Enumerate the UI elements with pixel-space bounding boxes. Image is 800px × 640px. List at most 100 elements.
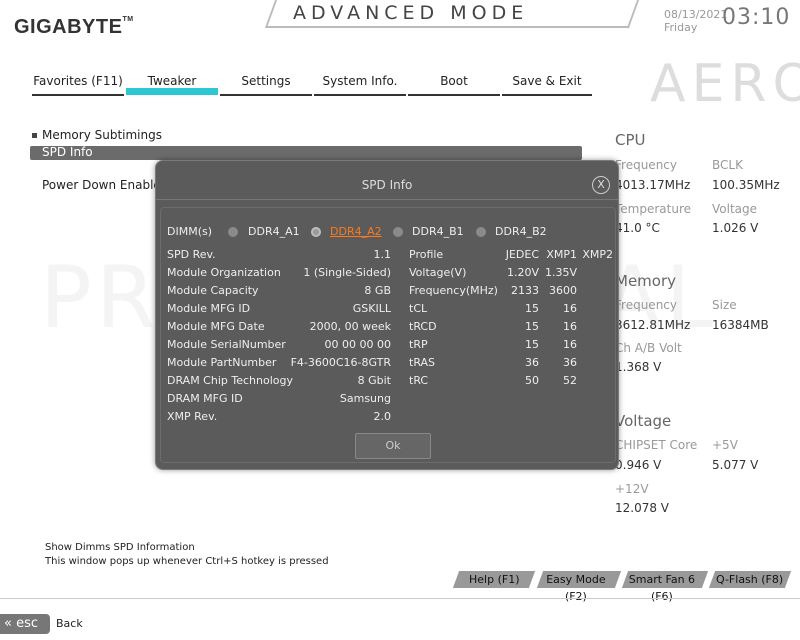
memory-title: Memory xyxy=(615,272,677,290)
easy-mode-button[interactable]: Easy Mode (F2) xyxy=(536,571,622,603)
timing-jedec: 15 xyxy=(525,320,539,333)
voltage-title: Voltage xyxy=(615,412,672,430)
timing-row-label: Frequency(MHz) xyxy=(409,284,498,297)
timing-row-label: tRP xyxy=(409,338,428,351)
help-info-line2: This window pops up whenever Ctrl+S hotk… xyxy=(45,556,329,567)
memory-size-value: 16384MB xyxy=(712,318,769,332)
timing-xmp1: 36 xyxy=(563,356,577,369)
memory-frequency-label: Frequency xyxy=(615,298,677,312)
cpu-frequency-value: 4013.17MHz xyxy=(615,178,691,192)
spd-row-value: 8 Gbit xyxy=(357,374,391,387)
spd-row-label: Module MFG Date xyxy=(167,320,265,333)
tab-settings[interactable]: Settings xyxy=(220,72,312,96)
slot-label-a1[interactable]: DDR4_A1 xyxy=(248,225,300,238)
q-flash-button-label: Q-Flash (F8) xyxy=(716,573,784,586)
spd-row-value: 2000, 00 week xyxy=(309,320,391,333)
dialog-title: SPD Info xyxy=(156,169,618,200)
slot-label-a2[interactable]: DDR4_A2 xyxy=(330,225,382,238)
spd-row-label: DRAM Chip Technology xyxy=(167,374,293,387)
help-info-line1: Show Dimms SPD Information xyxy=(45,542,195,553)
timing-xmp1: 52 xyxy=(563,374,577,387)
spd-row-label: Module MFG ID xyxy=(167,302,251,315)
timing-xmp1: 1.35V xyxy=(544,266,577,279)
tab-favorites[interactable]: Favorites (F11) xyxy=(32,72,124,96)
close-icon[interactable]: X xyxy=(592,176,610,194)
footer-divider xyxy=(0,598,800,599)
clock-time: 03:10 xyxy=(722,5,791,30)
timing-jedec: 15 xyxy=(525,338,539,351)
help-button[interactable]: Help (F1) xyxy=(452,571,536,588)
tab-system-info[interactable]: System Info. xyxy=(314,72,406,96)
date-text: 08/13/2021 xyxy=(664,8,728,21)
q-flash-button[interactable]: Q-Flash (F8) xyxy=(708,571,792,588)
help-button-label: Help (F1) xyxy=(468,573,520,586)
profile-header: Profile xyxy=(409,248,444,261)
slot-label-b1[interactable]: DDR4_B1 xyxy=(412,225,464,238)
menu-spd-info[interactable]: SPD Info xyxy=(30,145,582,160)
spd-row-value: GSKILL xyxy=(352,302,391,315)
cpu-bclk-value: 100.35MHz xyxy=(712,178,780,192)
brand-text: GIGABYTE xyxy=(14,16,123,38)
plus12v-label: +12V xyxy=(615,482,649,496)
smart-fan-button[interactable]: Smart Fan 6 (F6) xyxy=(621,571,709,603)
timing-xmp1: 16 xyxy=(563,338,577,351)
cpu-temperature-value: 41.0 °C xyxy=(615,221,660,235)
cpu-temperature-label: Temperature xyxy=(615,202,692,216)
spd-row-value: 2.0 xyxy=(373,410,392,423)
chipset-core-value: 0.946 V xyxy=(615,458,662,472)
tab-save-exit[interactable]: Save & Exit xyxy=(502,72,592,96)
radio-dimm-b1[interactable] xyxy=(393,227,403,237)
back-label[interactable]: Back xyxy=(56,617,83,630)
radio-dimm-a2[interactable] xyxy=(311,227,321,237)
spd-row-value: 1.1 xyxy=(373,248,392,261)
radio-dimm-b2[interactable] xyxy=(476,227,486,237)
bullet-icon xyxy=(32,133,37,138)
plus5v-value: 5.077 V xyxy=(712,458,759,472)
smart-fan-button-label: Smart Fan 6 (F6) xyxy=(628,573,696,603)
aero-logo: AERO xyxy=(650,54,800,114)
spd-row-value: 00 00 00 00 xyxy=(324,338,391,351)
cpu-voltage-label: Voltage xyxy=(712,202,758,216)
spd-row-label: Module Capacity xyxy=(167,284,259,297)
spd-row-value: 1 (Single-Sided) xyxy=(303,266,391,279)
tab-tweaker[interactable]: Tweaker xyxy=(126,72,218,94)
brand-tm: TM xyxy=(122,16,134,23)
timing-row-label: tRC xyxy=(409,374,429,387)
slot-label-b2[interactable]: DDR4_B2 xyxy=(495,225,547,238)
timing-jedec: 15 xyxy=(525,302,539,315)
radio-dimm-a1[interactable] xyxy=(228,227,238,237)
timing-row-label: tRCD xyxy=(409,320,437,333)
timing-jedec: 2133 xyxy=(511,284,539,297)
dimm-label: DIMM(s) xyxy=(167,225,213,238)
esc-button[interactable]: « esc xyxy=(0,614,50,634)
easy-mode-button-label: Easy Mode (F2) xyxy=(546,573,606,603)
spd-row-label: DRAM MFG ID xyxy=(167,392,243,405)
jedec-header: JEDEC xyxy=(505,248,539,261)
double-chevron-left-icon: « xyxy=(4,616,12,631)
tab-boot[interactable]: Boot xyxy=(408,72,500,96)
cpu-voltage-value: 1.026 V xyxy=(712,221,759,235)
spd-row-value: Samsung xyxy=(339,392,391,405)
xmp1-header: XMP1 xyxy=(546,248,577,261)
plus12v-value: 12.078 V xyxy=(615,501,670,515)
memory-frequency-value: 3612.81MHz xyxy=(615,318,691,332)
brand-logo: GIGABYTETM xyxy=(14,16,134,39)
timing-jedec: 50 xyxy=(525,374,539,387)
timing-xmp1: 3600 xyxy=(549,284,577,297)
timing-jedec: 36 xyxy=(525,356,539,369)
main-tabs: Favorites (F11) Tweaker Settings System … xyxy=(32,72,592,96)
cpu-bclk-label: BCLK xyxy=(712,158,743,172)
spd-info-dialog: SPD Info X DIMM(s) DDR4_A1 DDR4_A2 DDR4_… xyxy=(155,160,619,470)
spd-row-value: 8 GB xyxy=(364,284,391,297)
timing-jedec: 1.20V xyxy=(506,266,539,279)
ok-button[interactable]: Ok xyxy=(355,433,431,459)
chipset-core-label: CHIPSET Core xyxy=(615,438,698,452)
menu-power-down-enable[interactable]: Power Down Enable xyxy=(42,178,161,192)
timing-row-label: tRAS xyxy=(409,356,436,369)
esc-label: esc xyxy=(16,616,39,631)
spd-row-label: Module PartNumber xyxy=(167,356,277,369)
menu-memory-subtimings[interactable]: Memory Subtimings xyxy=(32,128,162,142)
memory-size-label: Size xyxy=(712,298,737,312)
cpu-frequency-label: Frequency xyxy=(615,158,677,172)
plus5v-label: +5V xyxy=(712,438,738,452)
